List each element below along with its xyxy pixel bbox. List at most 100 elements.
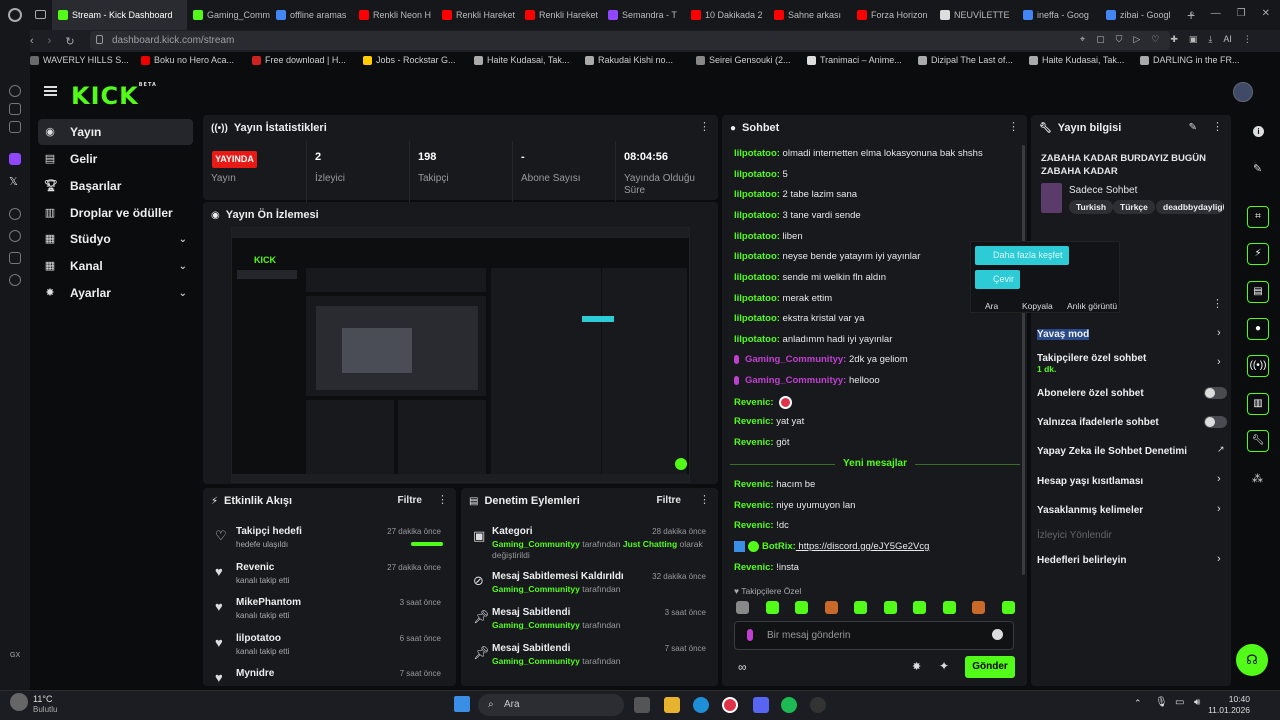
category-name[interactable]: Sadece Sohbet	[1069, 185, 1137, 196]
emotes-only-toggle[interactable]	[1204, 416, 1227, 428]
bookmark[interactable]: Seirei Gensouki (2...	[696, 55, 803, 65]
chat-settings-icon[interactable]: ✸	[912, 660, 921, 673]
chat-username[interactable]: lilpotatoo:	[734, 251, 780, 262]
nav-studyo[interactable]: ▦ Stüdyo ⌄	[38, 226, 193, 252]
discord-icon[interactable]	[753, 697, 769, 713]
chat-icon[interactable]: ●	[1247, 318, 1269, 340]
ai-icon[interactable]: AI	[1223, 34, 1232, 45]
heart-icon[interactable]: ♡	[1151, 34, 1159, 45]
bookmark[interactable]: WAVERLY HILLS S...	[30, 55, 137, 65]
box-icon[interactable]: ▣	[1189, 34, 1198, 45]
reload-icon[interactable]: ↻	[65, 35, 74, 48]
emote-button[interactable]	[942, 601, 956, 614]
chat-username[interactable]: lilpotatoo:	[734, 231, 780, 242]
maximize-icon[interactable]: ❐	[1237, 8, 1246, 19]
emote-button[interactable]	[913, 601, 926, 614]
chat-username[interactable]: lilpotatoo:	[734, 148, 780, 159]
emote-button[interactable]	[1001, 601, 1015, 614]
bolt-icon[interactable]: ⚡︎	[1247, 243, 1269, 265]
snapshot-icon[interactable]: ▢	[1096, 34, 1105, 45]
puzzle-icon[interactable]: ✦	[939, 659, 949, 673]
shield-icon[interactable]: ⛉	[1116, 34, 1123, 45]
chat-scrollbar[interactable]	[1022, 145, 1025, 575]
bookmark[interactable]: Rakudai Kishi no...	[585, 55, 692, 65]
chat-username[interactable]: Revenic:	[734, 500, 774, 511]
hamburger-menu-icon[interactable]	[44, 86, 57, 96]
nav-yayin[interactable]: ◉ Yayın	[38, 119, 193, 145]
browser-tab[interactable]: offline aramas	[270, 0, 353, 30]
chat-username[interactable]: lilpotatoo:	[734, 313, 780, 324]
chat-username[interactable]: lilpotatoo:	[734, 293, 780, 304]
bookmark[interactable]: Haite Kudasai, Tak...	[1029, 55, 1136, 65]
chat-username[interactable]: Revenic:	[734, 479, 774, 490]
emote-button[interactable]	[765, 601, 779, 614]
browser-tab[interactable]: Sahne arkası	[768, 0, 851, 30]
user-avatar[interactable]	[1233, 82, 1253, 102]
sidebar-history-icon[interactable]	[9, 85, 21, 97]
account-age-setting[interactable]: Hesap yaşı kısıtlaması	[1037, 476, 1229, 487]
sidebar-x-icon[interactable]: 𝕏	[9, 176, 21, 188]
mic-tray-icon[interactable]: 🎙︎	[1155, 697, 1168, 708]
tag[interactable]: Türkçe	[1113, 200, 1155, 214]
chat-username[interactable]: lilpotatoo:	[734, 272, 780, 283]
browser-tab[interactable]: Renkli Hareket	[519, 0, 602, 30]
layout-icon[interactable]: ▥	[1247, 393, 1269, 415]
obs-icon[interactable]	[810, 697, 826, 713]
tag[interactable]: deadbbydaylight	[1156, 200, 1224, 214]
browser-tab[interactable]: ineffa - Goog	[1017, 0, 1100, 30]
stream-info-menu-icon[interactable]: ⋮	[1212, 122, 1223, 133]
bookmark[interactable]: Haite Kudasai, Tak...	[474, 55, 581, 65]
nav-ayarlar[interactable]: ✸ Ayarlar ⌄	[38, 280, 193, 306]
menu-icon[interactable]: ⋮	[1243, 34, 1252, 45]
pin-icon[interactable]: ⌖	[1080, 34, 1085, 45]
emote-button[interactable]	[854, 601, 867, 614]
moderation-filter-button[interactable]: Filtre	[657, 495, 681, 506]
drops-icon[interactable]: ⁂	[1252, 472, 1263, 485]
kick-logo[interactable]: KICKBETA	[71, 82, 157, 110]
chat-username[interactable]: Gaming_Communityy:	[745, 354, 846, 365]
infinity-icon[interactable]: ∞	[738, 660, 747, 674]
slow-mode-setting[interactable]: Yavaş mod	[1037, 329, 1229, 340]
browser-tab[interactable]: zibai - Googl	[1100, 0, 1183, 30]
workspaces-icon[interactable]	[30, 0, 52, 30]
spotify-icon[interactable]	[781, 697, 797, 713]
info-icon[interactable]: i	[1253, 126, 1264, 137]
browser-tab[interactable]: Renkli Neon H	[353, 0, 436, 30]
opera-logo-icon[interactable]	[0, 0, 30, 30]
nav-basarilar[interactable]: 🏆︎ Başarılar	[38, 173, 193, 199]
feed-menu-icon[interactable]: ⋮	[437, 495, 448, 506]
send-button[interactable]: Gönder	[965, 656, 1015, 678]
sidebar-pinboard-icon[interactable]	[9, 103, 21, 115]
sidebar-settings-icon[interactable]	[9, 274, 21, 286]
taskbar-search[interactable]: ⌕ Ara	[478, 694, 624, 716]
url-bar[interactable]: dashboard.kick.com/stream	[90, 31, 1170, 50]
emote-button[interactable]	[795, 601, 808, 614]
chat-menu-icon[interactable]: ⋮	[1008, 122, 1019, 133]
broadcast-icon[interactable]: ((•))	[1247, 355, 1269, 377]
sidebar-player-icon[interactable]	[9, 208, 21, 220]
nav-gelir[interactable]: ▤ Gelir	[38, 146, 193, 172]
browser-tab[interactable]: NEUVİLETTE	[934, 0, 1017, 30]
back-icon[interactable]: ‹	[30, 35, 34, 47]
bookmark[interactable]: Tranimaci – Anime...	[807, 55, 914, 65]
browser-tab[interactable]: Renkli Hareket	[436, 0, 519, 30]
play-icon[interactable]: ▷	[1133, 34, 1140, 45]
browser-tab[interactable]: Stream - Kick Dashboard	[52, 0, 187, 30]
document-icon[interactable]: ▤	[1247, 281, 1269, 303]
chat-username[interactable]: Revenic:	[734, 416, 774, 427]
sidebar-cube-icon[interactable]	[9, 252, 21, 264]
chat-username[interactable]: lilpotatoo:	[734, 189, 780, 200]
chat-username[interactable]: lilpotatoo:	[734, 334, 780, 345]
sidebar-clock-icon[interactable]	[9, 230, 21, 242]
edit-icon[interactable]: ✎	[1189, 122, 1197, 133]
chat-username[interactable]: lilpotatoo:	[734, 210, 780, 221]
browser-tab[interactable]: 10 Dakikada 2	[685, 0, 768, 30]
opera-gx-icon[interactable]	[722, 697, 738, 713]
download-icon[interactable]: ⤓	[1208, 34, 1212, 45]
search-option[interactable]: Ara	[985, 301, 998, 311]
support-icon[interactable]: ☊	[1236, 644, 1268, 676]
pencil-icon[interactable]: ✎	[1253, 162, 1262, 175]
bookmark[interactable]: Boku no Hero Aca...	[141, 55, 248, 65]
bookmark[interactable]: Jobs - Rockstar G...	[363, 55, 470, 65]
browser-tab[interactable]: Gaming_Comm	[187, 0, 270, 30]
